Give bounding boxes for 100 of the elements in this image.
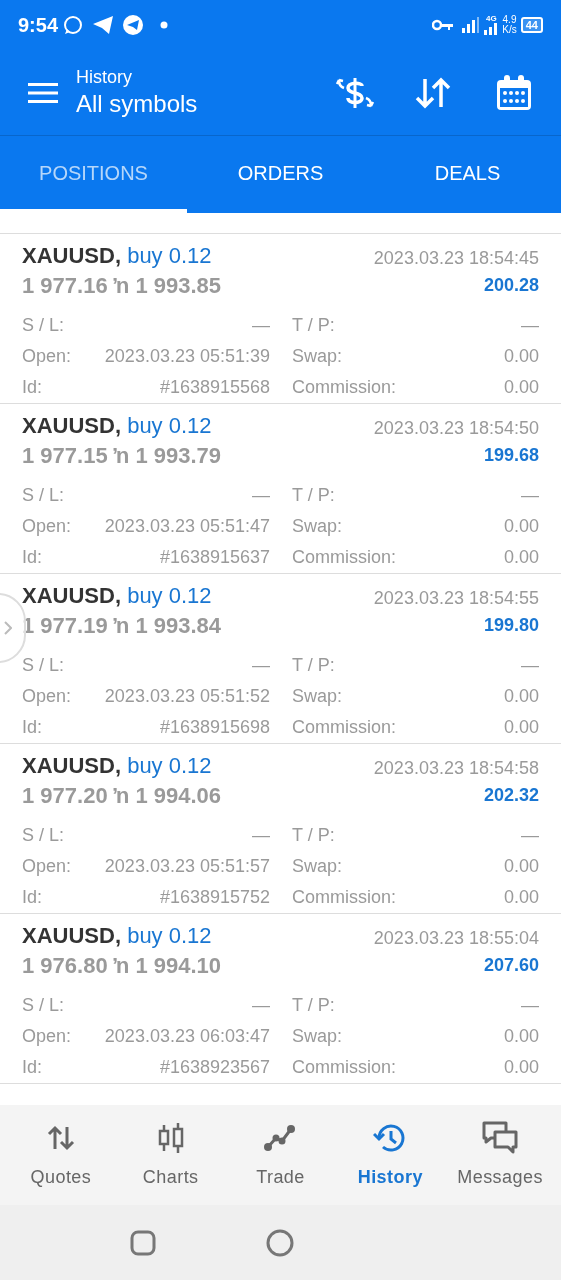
field-label: T / P:: [292, 824, 335, 847]
field-value: 0.00: [503, 1056, 539, 1079]
close-time: 2023.03.23 18:55:04: [373, 927, 539, 950]
field-value: 0.00: [503, 376, 539, 399]
field-value: #1638923567: [159, 1056, 270, 1079]
field-label: Id:: [22, 546, 42, 569]
close-time: 2023.03.23 18:54:50: [373, 417, 539, 440]
field-value: #1638915568: [159, 376, 270, 399]
field-label: Open:: [22, 855, 72, 878]
header-subtitle: History: [76, 65, 133, 88]
recents-button[interactable]: [130, 1229, 156, 1256]
field-value: —: [521, 314, 539, 337]
field-value: #1638915637: [159, 546, 270, 569]
nav-tab[interactable]: Messages: [445, 1119, 555, 1191]
field-value: #1638915752: [159, 886, 270, 909]
status-time: 9:54: [18, 13, 59, 38]
field-label: Commission:: [292, 376, 397, 399]
field-label: Open:: [22, 685, 72, 708]
chevron-right-icon: [4, 621, 12, 635]
field-label: Swap:: [292, 345, 343, 368]
field-value: 2023.03.23 05:51:52: [104, 685, 270, 708]
circle-send-icon: [122, 14, 145, 36]
speed-value: 4.9: [502, 15, 517, 25]
field-label: Id:: [22, 376, 42, 399]
nav-tab[interactable]: Charts: [115, 1119, 226, 1191]
field-value: —: [521, 824, 539, 847]
field-label: S / L:: [22, 824, 65, 847]
signal-icon: [462, 17, 481, 33]
field-value: —: [252, 654, 270, 677]
position-card[interactable]: XAUUSD, buy 0.12 2023.03.23 18:55:04 1 976.80 ŉ 1 994.10 207.60 S / L: — T / P: — Open: 2023.03.23 06:03:47 Swap: 0.00 Id: #1638923567 Commission: 0.00: [0, 914, 561, 1084]
menu-icon[interactable]: [28, 81, 58, 104]
field-value: —: [252, 824, 270, 847]
profit-value: 199.80: [483, 613, 539, 637]
chat-bubbles-icon: [481, 1119, 520, 1156]
field-label: Swap:: [292, 1025, 343, 1048]
field-label: Commission:: [292, 716, 397, 739]
field-value: 0.00: [503, 716, 539, 739]
field-label: S / L:: [22, 314, 65, 337]
field-value: 2023.03.23 06:03:47: [104, 1025, 270, 1048]
field-label: Commission:: [292, 1056, 397, 1079]
tab[interactable]: DEALS: [374, 136, 561, 213]
tab[interactable]: POSITIONS: [0, 136, 187, 213]
nav-tab[interactable]: History: [335, 1119, 446, 1191]
signal-icon: [484, 23, 499, 35]
close-time: 2023.03.23 18:54:58: [373, 757, 539, 780]
symbol-name: XAUUSD,: [22, 583, 121, 608]
field-value: —: [252, 314, 270, 337]
field-value: 0.00: [503, 855, 539, 878]
trade-side: buy 0.12: [127, 753, 212, 778]
home-button[interactable]: [266, 1228, 294, 1257]
speed-unit: K/s: [502, 25, 517, 35]
candlestick-icon: [156, 1122, 185, 1153]
field-label: S / L:: [22, 484, 65, 507]
send-icon: [92, 15, 115, 35]
field-label: Id:: [22, 886, 42, 909]
profit-value: 199.68: [483, 443, 539, 467]
symbol-name: XAUUSD,: [22, 243, 121, 268]
close-time: 2023.03.23 18:54:45: [373, 247, 539, 270]
line-chart-icon: [264, 1123, 297, 1152]
field-value: 2023.03.23 05:51:57: [104, 855, 270, 878]
field-label: Commission:: [292, 546, 397, 569]
calendar-icon[interactable]: [495, 73, 533, 112]
key-icon: [432, 19, 455, 31]
field-label: Id:: [22, 1056, 42, 1079]
trade-side: buy 0.12: [127, 413, 212, 438]
field-value: —: [252, 994, 270, 1017]
symbol-name: XAUUSD,: [22, 753, 121, 778]
field-value: —: [521, 484, 539, 507]
field-label: Open:: [22, 345, 72, 368]
chat-icon: [62, 14, 85, 36]
sort-icon[interactable]: [415, 76, 451, 109]
tab[interactable]: ORDERS: [187, 136, 374, 213]
field-label: Open:: [22, 1025, 72, 1048]
symbol-name: XAUUSD,: [22, 413, 121, 438]
field-value: 0.00: [503, 345, 539, 368]
nav-tab[interactable]: Quotes: [6, 1119, 116, 1191]
position-card[interactable]: XAUUSD, buy 0.12 2023.03.23 18:54:50 1 977.15 ŉ 1 993.79 199.68 S / L: — T / P: — Open: 2023.03.23 05:51:47 Swap: 0.00 Id: #1638915637 Commission: 0.00: [0, 404, 561, 574]
nav-tab[interactable]: Trade: [225, 1119, 336, 1191]
close-time: 2023.03.23 18:54:55: [373, 587, 539, 610]
field-value: 0.00: [503, 886, 539, 909]
field-label: Open:: [22, 515, 72, 538]
field-label: Commission:: [292, 886, 397, 909]
header-title: All symbols: [76, 88, 198, 119]
field-value: #1638915698: [159, 716, 270, 739]
price-range: 1 977.20 ŉ 1 994.06: [22, 781, 222, 810]
position-card[interactable]: XAUUSD, buy 0.12 2023.03.23 18:54:45 1 977.16 ŉ 1 993.85 200.28 S / L: — T / P: — Open: 2023.03.23 05:51:39 Swap: 0.00 Id: #1638915568 Commission: 0.00: [0, 234, 561, 404]
field-label: T / P:: [292, 654, 335, 677]
field-label: Swap:: [292, 855, 343, 878]
field-label: Id:: [22, 716, 42, 739]
position-card[interactable]: XAUUSD, buy 0.12 2023.03.23 18:54:58 1 977.20 ŉ 1 994.06 202.32 S / L: — T / P: — Open: 2023.03.23 05:51:57 Swap: 0.00 Id: #1638915752 Commission: 0.00: [0, 744, 561, 914]
field-label: Swap:: [292, 515, 343, 538]
field-value: 0.00: [503, 1025, 539, 1048]
field-value: —: [521, 994, 539, 1017]
dot-icon: [160, 21, 169, 29]
field-label: Swap:: [292, 685, 343, 708]
trade-side: buy 0.12: [127, 243, 212, 268]
battery-indicator: 44: [520, 17, 543, 33]
symbol-name: XAUUSD,: [22, 923, 121, 948]
up-down-arrows-icon: [46, 1124, 75, 1151]
field-label: S / L:: [22, 994, 65, 1017]
